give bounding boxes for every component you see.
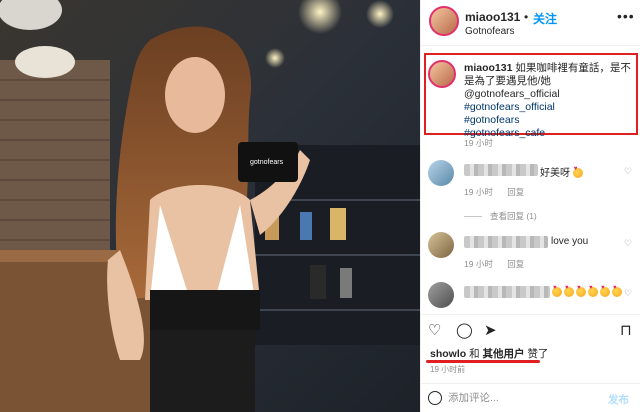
author-avatar[interactable]: [429, 6, 459, 36]
reply-button[interactable]: 回复: [507, 259, 524, 269]
header-separator: •: [524, 10, 529, 24]
comment-like-icon[interactable]: ♡: [624, 288, 632, 299]
svg-text:gotnofears: gotnofears: [250, 159, 284, 166]
likes-summary: showlo 和 其他用户 赞了: [430, 346, 548, 361]
heart-eyes-emoji: [564, 285, 574, 298]
replies-divider-line: [464, 216, 482, 218]
comment-text: love you: [551, 236, 589, 247]
comment-text: 好美呀: [540, 164, 585, 179]
liker-username[interactable]: showlo: [430, 348, 466, 360]
emoji-picker-icon[interactable]: [428, 391, 442, 405]
comment-bubble-icon[interactable]: ◯: [456, 321, 473, 339]
comment-emoji-text: [552, 285, 624, 298]
other-likers-link[interactable]: 其他用户: [483, 348, 525, 360]
blurred-username: [464, 236, 548, 248]
heart-eyes-emoji: [572, 166, 583, 179]
commenter-avatar[interactable]: [428, 232, 454, 258]
heart-eyes-emoji: [612, 285, 622, 298]
likes-and: 和: [469, 348, 480, 360]
reply-button[interactable]: 回复: [507, 187, 524, 197]
post-photo: gotnofears: [0, 0, 420, 412]
view-replies-button[interactable]: 查看回复 (1): [464, 210, 537, 222]
comment-like-icon[interactable]: ♡: [624, 238, 632, 249]
more-horizontal-icon[interactable]: •••: [617, 8, 635, 24]
action-bar: ♡ ◯ ➤ ⊓: [420, 314, 640, 344]
blurred-username: [464, 164, 538, 176]
follow-button[interactable]: 关注: [533, 10, 557, 27]
likes-highlight-underline: [426, 360, 540, 363]
caption-time: 19 小时: [464, 138, 493, 148]
commenter-avatar[interactable]: [428, 282, 454, 308]
like-heart-icon[interactable]: ♡: [428, 321, 441, 339]
post-timestamp[interactable]: 19 小时前: [430, 364, 465, 375]
heart-eyes-emoji: [600, 285, 610, 298]
share-plane-icon[interactable]: ➤: [484, 321, 497, 339]
location-link[interactable]: Gotnofears: [465, 26, 514, 37]
hashtag-link[interactable]: #gotnofears: [464, 114, 634, 127]
caption-username[interactable]: miaoo131: [464, 62, 512, 74]
caption-author-avatar[interactable]: [428, 60, 456, 88]
heart-eyes-emoji: [552, 285, 562, 298]
comment-like-icon[interactable]: ♡: [624, 166, 632, 177]
author-username[interactable]: miaoo131: [465, 10, 520, 24]
add-comment-bar: 发布: [420, 383, 640, 412]
comment-time: 19 小时: [464, 187, 493, 197]
commenter-avatar[interactable]: [428, 160, 454, 186]
heart-eyes-emoji: [576, 285, 586, 298]
comment-time: 19 小时: [464, 259, 493, 269]
caption-text: miaoo131 如果咖啡裡有童話，是不是為了要遇見他/她@gotnofears…: [464, 62, 634, 140]
bookmark-icon[interactable]: ⊓: [620, 321, 632, 339]
photo-scene: gotnofears: [0, 0, 420, 412]
view-replies-label: 查看回复 (1): [490, 211, 537, 221]
heart-eyes-emoji: [588, 285, 598, 298]
blurred-username: [464, 286, 550, 298]
post-comment-button[interactable]: 发布: [608, 392, 629, 407]
comment-meta: 19 小时 回复: [464, 186, 536, 198]
likes-suffix: 赞了: [527, 348, 549, 360]
hashtag-link[interactable]: #gotnofears_official: [464, 101, 634, 114]
comment-input[interactable]: [448, 389, 578, 407]
comment-meta: 19 小时 回复: [464, 258, 536, 270]
post-header: miaoo131 • 关注 Gotnofears •••: [421, 0, 640, 46]
